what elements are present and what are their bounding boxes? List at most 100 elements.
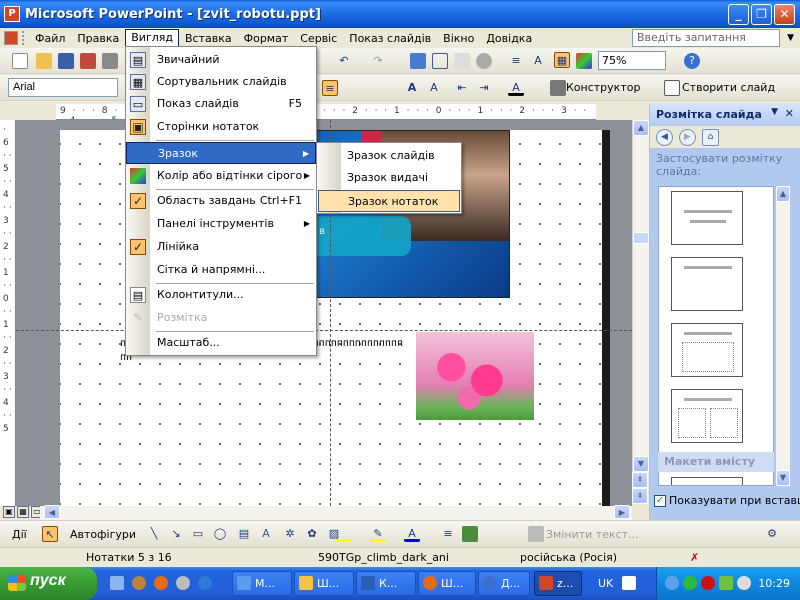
menu-header-footer[interactable]: ▤ Колонтитули... <box>126 284 316 306</box>
menu-markup[interactable]: ✎ Розмітка <box>126 307 316 329</box>
menu-notes-page[interactable]: ▣ Сторінки нотаток <box>126 116 316 138</box>
back-icon[interactable]: ◀ <box>656 128 673 146</box>
taskbar-task-5[interactable]: Д... <box>478 571 530 596</box>
slide-sorter-view-icon[interactable]: ▦ <box>17 506 29 518</box>
help-question-input[interactable]: Введіть запитання <box>632 29 780 47</box>
scroll-thumb[interactable] <box>633 232 649 244</box>
scroll-down-icon[interactable]: ▼ <box>633 456 649 472</box>
tp-scroll-up-icon[interactable]: ▲ <box>776 186 790 202</box>
minimize-button[interactable]: _ <box>728 3 749 25</box>
hyperlink-icon[interactable] <box>476 53 492 69</box>
ie-icon[interactable] <box>198 576 212 590</box>
line-color-icon[interactable]: ✎ <box>370 526 386 542</box>
task-pane-scrollbar[interactable]: ▲ ▼ <box>776 186 790 486</box>
taskbar-task-3[interactable]: К... <box>356 571 416 596</box>
change-text-icon[interactable] <box>528 526 544 542</box>
oval-icon[interactable]: ◯ <box>212 526 228 542</box>
permission-icon[interactable] <box>80 53 96 69</box>
decrease-font-icon[interactable]: A <box>426 80 442 96</box>
table-icon[interactable] <box>432 53 448 69</box>
menu-slideshow[interactable]: Показ слайдів <box>343 31 437 46</box>
forward-icon[interactable]: ▶ <box>679 128 696 146</box>
menu-help[interactable]: Довідка <box>480 31 538 46</box>
new-slide-button[interactable]: Створити слайд <box>682 81 775 94</box>
menu-tools[interactable]: Сервіс <box>294 31 343 46</box>
autoshapes-menu[interactable]: Автофігури <box>70 528 136 541</box>
taskbar-task-1[interactable]: М... <box>232 571 292 596</box>
security-icon[interactable] <box>719 576 733 590</box>
menu-insert[interactable]: Вставка <box>179 31 238 46</box>
align-right-icon[interactable]: ≡ <box>322 80 338 96</box>
volume-icon[interactable] <box>737 576 751 590</box>
line-style-icon[interactable]: ≡ <box>440 526 456 542</box>
designer-button[interactable]: Конструктор <box>566 81 640 94</box>
menu-notes-master[interactable]: Зразок нотаток <box>318 190 460 212</box>
menu-file[interactable]: Файл <box>29 31 71 46</box>
taskbar-task-4[interactable]: Ш... <box>418 571 476 596</box>
layout-title-slide[interactable] <box>671 191 743 245</box>
designer-icon[interactable] <box>550 80 566 96</box>
menu-ruler[interactable]: ✓ Лінійка <box>126 236 316 258</box>
new-slide-icon[interactable] <box>664 80 680 96</box>
menu-format[interactable]: Формат <box>238 31 295 46</box>
text-color-icon[interactable]: A <box>404 526 420 542</box>
menu-grid-guides[interactable]: Сітка й напрямні... <box>126 259 316 281</box>
layout-two-columns[interactable] <box>671 389 743 443</box>
language-bar-icon[interactable]: ⚙ <box>764 526 780 542</box>
menu-edit[interactable]: Правка <box>71 31 125 46</box>
menu-slide-sorter[interactable]: ▦ Сортувальник слайдів <box>126 71 316 93</box>
scroll-left-icon[interactable]: ◀ <box>44 505 60 519</box>
network-icon[interactable] <box>665 576 679 590</box>
indent-icon[interactable]: ⇤ <box>454 80 470 96</box>
firefox-icon[interactable] <box>154 576 168 590</box>
scroll-right-icon[interactable]: ▶ <box>614 505 630 519</box>
antivirus-icon[interactable] <box>683 576 697 590</box>
change-text-button[interactable]: Змінити текст... <box>546 528 639 541</box>
menu-slideshow[interactable]: ▭ Показ слайдів F5 <box>126 93 316 115</box>
help-dropdown-icon[interactable]: ▼ <box>787 33 794 43</box>
close-button[interactable]: ✕ <box>774 3 795 25</box>
menu-handout-master[interactable]: Зразок видачі <box>318 167 460 189</box>
new-icon[interactable] <box>12 53 28 69</box>
input-language[interactable]: UK <box>598 577 613 590</box>
rectangle-icon[interactable]: ▭ <box>190 526 206 542</box>
flower-image[interactable] <box>416 332 534 420</box>
show-on-insert-checkbox[interactable]: ✓ <box>654 494 666 507</box>
menu-normal-view[interactable]: ▤ Звичайний <box>126 49 316 71</box>
language-help-icon[interactable] <box>622 576 636 590</box>
taskbar-task-6[interactable]: z... <box>534 571 582 596</box>
start-button[interactable]: пуск <box>0 567 97 600</box>
previous-slide-icon[interactable]: ⇞ <box>632 472 648 488</box>
actions-menu[interactable]: Дії <box>12 528 27 541</box>
vertical-scrollbar[interactable]: ▲ ▼ <box>632 120 649 472</box>
increase-font-icon[interactable]: A <box>404 80 420 96</box>
task-pane-dropdown-icon[interactable]: ▼ <box>771 107 778 117</box>
open-icon[interactable] <box>36 53 52 69</box>
menu-zoom[interactable]: Масштаб... <box>126 332 316 354</box>
redo-icon[interactable]: ↷ <box>370 53 386 69</box>
chart-icon[interactable] <box>410 53 426 69</box>
menu-color-grayscale[interactable]: Колір або відтінки сірого ▶ <box>126 165 316 187</box>
fill-color-icon[interactable] <box>336 526 352 542</box>
taskbar-task-2[interactable]: Ш... <box>294 571 354 596</box>
diagram-icon[interactable]: ✲ <box>282 526 298 542</box>
line-icon[interactable]: ╲ <box>146 526 162 542</box>
normal-view-icon[interactable]: ▣ <box>3 506 15 518</box>
font-color-icon[interactable]: A <box>508 80 524 96</box>
font-select[interactable]: Arial <box>8 78 118 97</box>
menu-master[interactable]: Зразок ▶ <box>126 142 316 164</box>
clock[interactable]: 10:29 <box>758 577 790 590</box>
quicklaunch-icon[interactable] <box>132 576 146 590</box>
task-pane-close-icon[interactable]: ✕ <box>785 107 794 120</box>
horizontal-guide[interactable] <box>16 330 632 331</box>
help-icon[interactable]: ? <box>684 53 700 69</box>
horizontal-scrollbar[interactable]: ◀ ▶ <box>40 505 632 520</box>
save-icon[interactable] <box>58 53 74 69</box>
menu-task-pane[interactable]: ✓ Область завдань Ctrl+F1 <box>126 190 316 212</box>
arrow-icon[interactable]: ↘ <box>168 526 184 542</box>
menubar-grip[interactable] <box>22 31 26 45</box>
media-icon[interactable] <box>176 576 190 590</box>
outdent-icon[interactable]: ⇥ <box>476 80 492 96</box>
zoom-select[interactable]: 75% <box>598 51 666 70</box>
clipart-icon[interactable]: ✿ <box>304 526 320 542</box>
